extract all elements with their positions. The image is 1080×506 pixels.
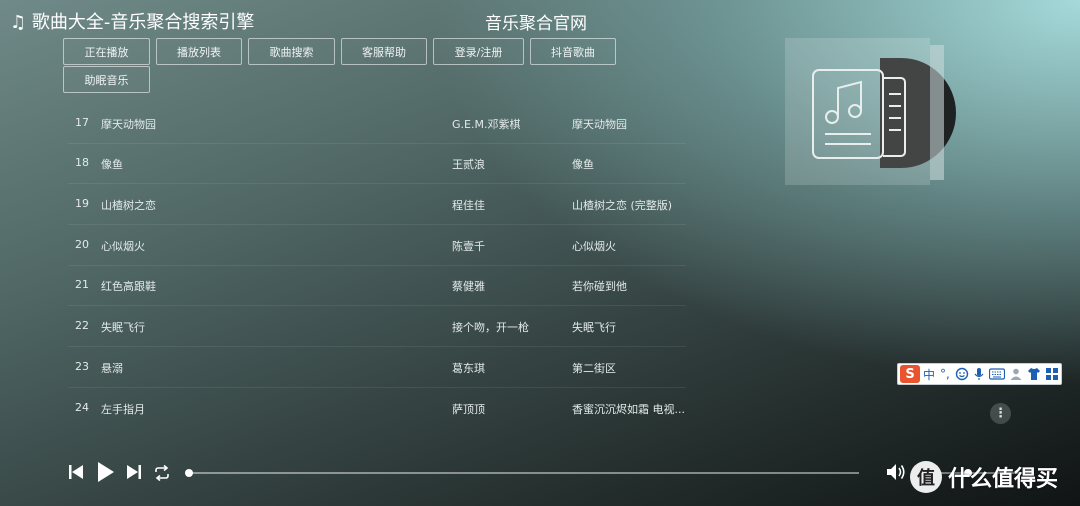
song-number: 17 — [75, 116, 89, 129]
song-row[interactable]: 23 悬溺 葛东琪 第二街区 — [68, 348, 686, 388]
song-artist[interactable]: 陈壹千 — [452, 238, 485, 254]
nav-now-playing-button[interactable]: 正在播放 — [63, 38, 150, 65]
page-title: ♫ 歌曲大全-音乐聚合搜索引擎 — [10, 12, 255, 33]
song-row[interactable]: 19 山楂树之恋 程佳佳 山楂树之恋 (完整版) — [68, 185, 686, 225]
song-artist[interactable]: 蔡健雅 — [452, 278, 485, 294]
play-icon[interactable] — [96, 461, 116, 483]
emoji-icon[interactable] — [955, 367, 969, 381]
smzdm-watermark: 值 什么值得买 — [910, 460, 1058, 494]
ime-mode-label[interactable]: 中 — [923, 366, 935, 383]
song-album[interactable]: 山楂树之恋 (完整版) — [572, 197, 672, 213]
nav-help-button[interactable]: 客服帮助 — [341, 38, 427, 65]
repeat-icon[interactable] — [152, 464, 172, 482]
keyboard-icon[interactable] — [988, 368, 1005, 380]
song-number: 22 — [75, 319, 89, 332]
nav-sleep-music-button[interactable]: 助眠音乐 — [63, 66, 150, 93]
site-name[interactable]: 音乐聚合官网 — [485, 9, 587, 34]
song-artist[interactable]: 萨顶顶 — [452, 401, 485, 417]
shirt-icon[interactable] — [1027, 367, 1041, 381]
song-number: 18 — [75, 156, 89, 169]
nav-douyin-button[interactable]: 抖音歌曲 — [530, 38, 616, 65]
song-artist[interactable]: 葛东琪 — [452, 360, 485, 376]
nav-playlist-button[interactable]: 播放列表 — [156, 38, 242, 65]
song-album[interactable]: 失眠飞行 — [572, 319, 616, 335]
next-track-icon[interactable] — [125, 463, 143, 481]
song-number: 24 — [75, 401, 89, 414]
song-artist[interactable]: 接个吻，开一枪 — [452, 319, 529, 335]
song-number: 23 — [75, 360, 89, 373]
music-document-icon — [812, 69, 906, 159]
song-artist[interactable]: G.E.M.邓紫棋 — [452, 116, 520, 132]
song-artist[interactable]: 王贰浪 — [452, 156, 485, 172]
song-title[interactable]: 失眠飞行 — [101, 319, 145, 335]
watermark-logo: 值 — [910, 461, 942, 493]
song-album[interactable]: 若你碰到他 — [572, 278, 627, 294]
more-options-icon[interactable]: ⋮ — [990, 403, 1011, 424]
progress-bar[interactable] — [188, 472, 859, 474]
song-title[interactable]: 摩天动物园 — [101, 116, 156, 132]
song-row[interactable]: 18 像鱼 王贰浪 像鱼 — [68, 144, 686, 184]
song-title[interactable]: 心似烟火 — [101, 238, 145, 254]
song-album[interactable]: 香蜜沉沉烬如霜 电视... — [572, 401, 685, 417]
song-title[interactable]: 左手指月 — [101, 401, 145, 417]
song-album[interactable]: 像鱼 — [572, 156, 594, 172]
song-album[interactable]: 摩天动物园 — [572, 116, 627, 132]
song-artist[interactable]: 程佳佳 — [452, 197, 485, 213]
song-title[interactable]: 山楂树之恋 — [101, 197, 156, 213]
previous-track-icon[interactable] — [67, 463, 85, 481]
song-album[interactable]: 第二街区 — [572, 360, 616, 376]
ime-toolbar[interactable]: S 中 °, — [897, 363, 1062, 385]
disc-sleeve — [930, 45, 944, 180]
song-row[interactable]: 21 红色高跟鞋 蔡健雅 若你碰到他 — [68, 266, 686, 306]
song-number: 21 — [75, 278, 89, 291]
song-title[interactable]: 悬溺 — [101, 360, 123, 376]
volume-icon[interactable] — [885, 462, 907, 482]
song-row[interactable]: 17 摩天动物园 G.E.M.邓紫棋 摩天动物园 — [68, 104, 686, 144]
song-title[interactable]: 像鱼 — [101, 156, 123, 172]
progress-handle[interactable] — [185, 469, 193, 477]
song-row[interactable]: 22 失眠飞行 接个吻，开一枪 失眠飞行 — [68, 307, 686, 347]
song-title[interactable]: 红色高跟鞋 — [101, 278, 156, 294]
song-row[interactable]: 20 心似烟火 陈壹千 心似烟火 — [68, 226, 686, 266]
nav-song-search-button[interactable]: 歌曲搜索 — [248, 38, 335, 65]
microphone-icon[interactable] — [973, 367, 985, 381]
sogou-logo-icon[interactable]: S — [900, 365, 920, 383]
user-icon[interactable] — [1009, 367, 1023, 381]
song-row[interactable]: 24 左手指月 萨顶顶 香蜜沉沉烬如霜 电视... — [68, 389, 686, 429]
toolbox-icon[interactable] — [1045, 367, 1059, 381]
song-number: 19 — [75, 197, 89, 210]
nav-login-button[interactable]: 登录/注册 — [433, 38, 524, 65]
ime-punct-label[interactable]: °, — [940, 367, 950, 381]
song-album[interactable]: 心似烟火 — [572, 238, 616, 254]
album-cover — [785, 38, 930, 185]
watermark-text: 什么值得买 — [948, 467, 1059, 492]
song-number: 20 — [75, 238, 89, 251]
